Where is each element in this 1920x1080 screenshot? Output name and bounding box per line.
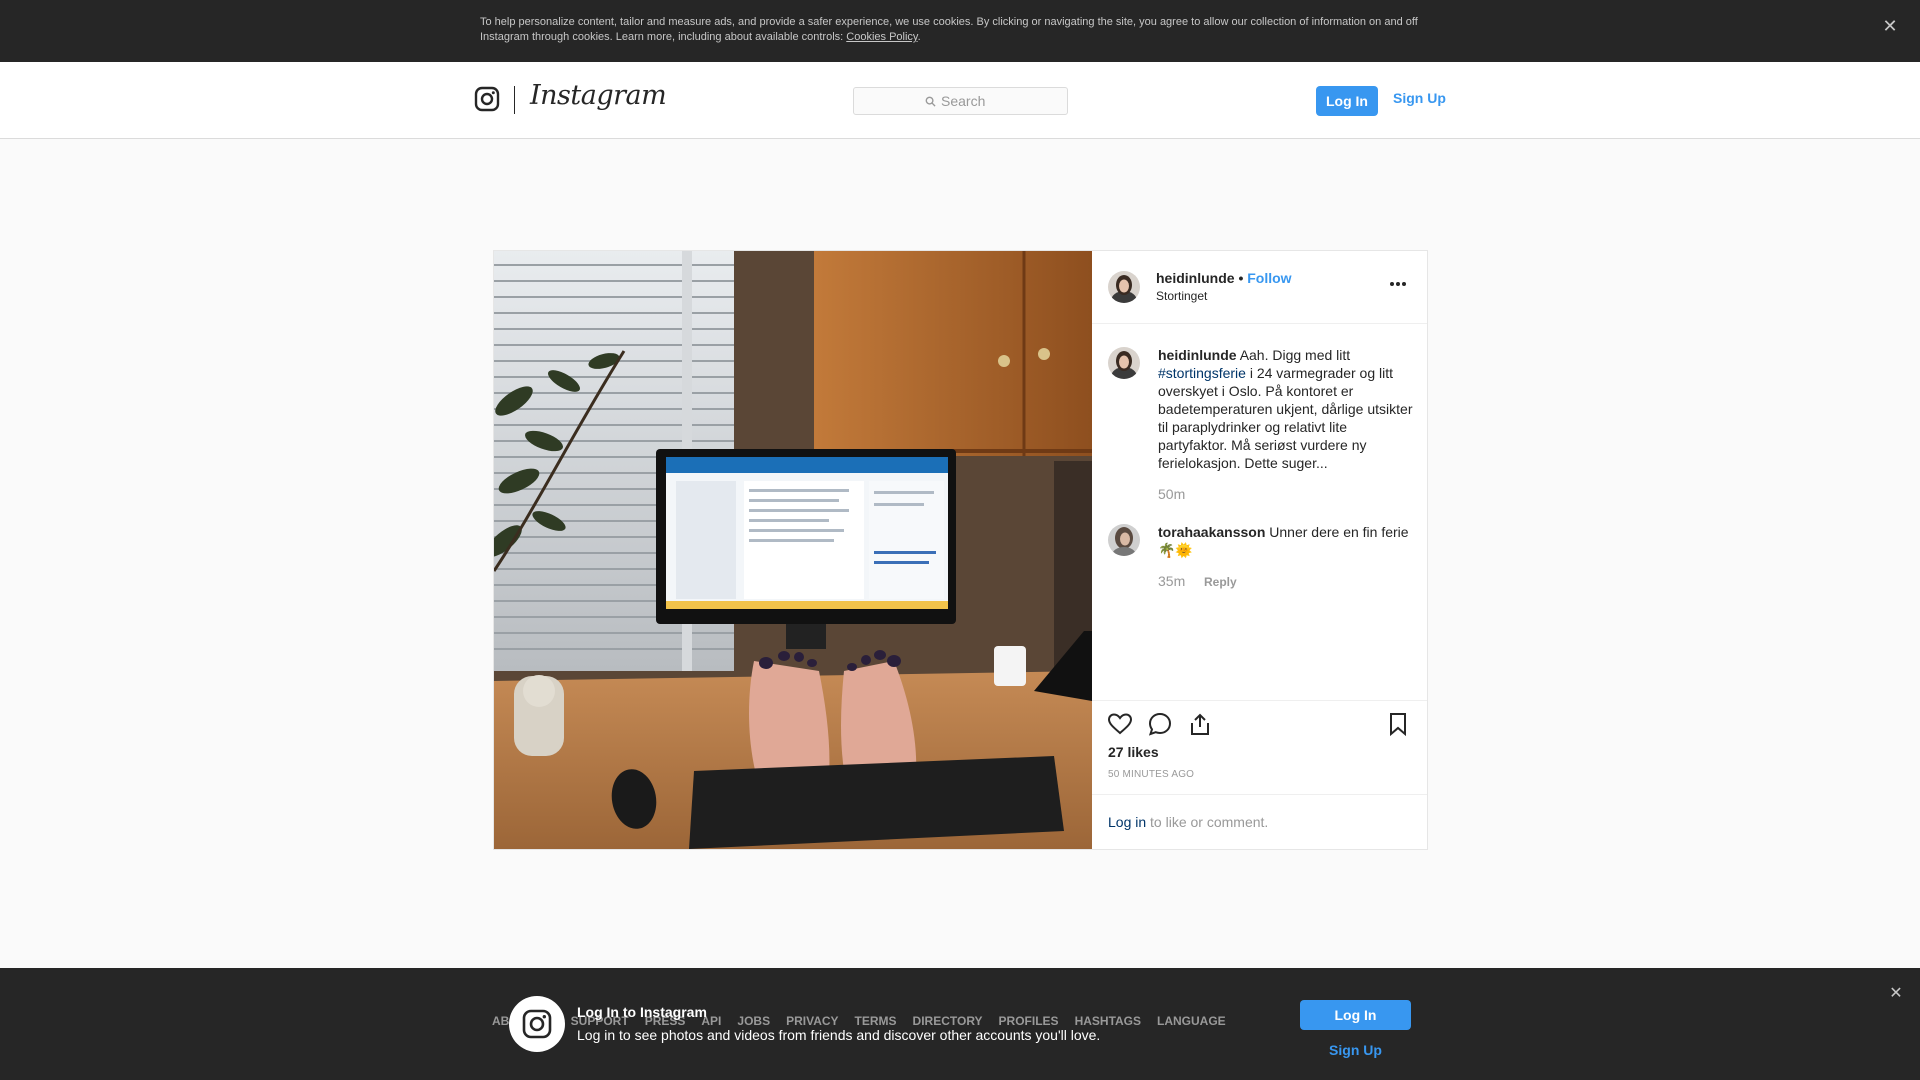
login-to-comment-link[interactable]: Log in [1108, 814, 1146, 830]
post-photo-image [494, 251, 1092, 849]
post-caption: heidinlunde Aah. Digg med litt #storting… [1158, 346, 1414, 472]
search-input[interactable] [941, 93, 996, 109]
caption-hashtag[interactable]: #stortingsferie [1158, 365, 1246, 381]
footer-link-language[interactable]: LANGUAGE [1157, 1014, 1226, 1028]
author-username[interactable]: heidinlunde [1156, 270, 1235, 286]
instagram-camera-icon[interactable] [474, 86, 500, 112]
overlay-logo [509, 996, 565, 1052]
share-icon[interactable] [1187, 711, 1213, 737]
signup-link[interactable]: Sign Up [1393, 90, 1446, 106]
cookie-close-icon[interactable]: ✕ [1878, 14, 1902, 38]
post-location[interactable]: Stortinget [1156, 289, 1207, 303]
overlay-signup-link[interactable]: Sign Up [1300, 1042, 1411, 1058]
comment-item: torahaakansson Unner dere en fin ferie 🌴… [1158, 523, 1414, 559]
caption-text-before: Aah. Digg med litt [1239, 347, 1351, 363]
author-avatar[interactable] [1108, 271, 1140, 303]
footer-link-terms[interactable]: TERMS [855, 1014, 897, 1028]
login-to-comment-text: Log in to like or comment. [1108, 814, 1268, 830]
avatar-image [1108, 524, 1140, 556]
overlay-title: Log In to Instagram [577, 1004, 707, 1020]
comment-reply-button[interactable]: Reply [1204, 575, 1237, 589]
bookmark-icon[interactable] [1385, 711, 1411, 737]
overlay-close-icon[interactable]: ✕ [1886, 984, 1906, 1004]
instagram-wordmark[interactable]: Instagram [530, 80, 667, 111]
post-photo[interactable] [494, 251, 1092, 849]
comment-time[interactable]: 35m [1158, 573, 1185, 589]
login-button[interactable]: Log In [1316, 86, 1378, 116]
post-card: heidinlunde • Follow Stortinget heidinlu… [493, 250, 1428, 850]
footer-link-profiles[interactable]: PROFILES [999, 1014, 1059, 1028]
login-overlay-bar: ABOUT US SUPPORT PRESS API JOBS PRIVACY … [0, 968, 1920, 1080]
instagram-camera-icon [522, 1009, 552, 1039]
cookie-text-trailing: . [917, 31, 921, 43]
caption-avatar[interactable] [1108, 347, 1140, 379]
search-box[interactable] [853, 87, 1068, 115]
post-timestamp[interactable]: 50 MINUTES AGO [1108, 769, 1194, 780]
actions-divider [1092, 700, 1427, 701]
login-to-comment-rest: to like or comment. [1150, 814, 1269, 830]
post-author-line: heidinlunde • Follow [1156, 270, 1292, 286]
avatar-image [1108, 271, 1140, 303]
overlay-login-button[interactable]: Log In [1300, 1000, 1411, 1030]
cookies-policy-link[interactable]: Cookies Policy [846, 31, 917, 43]
login-to-comment: Log in to like or comment. [1092, 794, 1427, 849]
cookie-banner: To help personalize content, tailor and … [0, 0, 1920, 62]
follow-button[interactable]: Follow [1247, 270, 1291, 286]
top-navigation: Instagram Log In Sign Up [0, 62, 1920, 139]
comment-username[interactable]: torahaakansson [1158, 524, 1265, 540]
more-options-icon[interactable] [1389, 281, 1407, 287]
comments-list: heidinlunde Aah. Digg med litt #storting… [1092, 325, 1427, 700]
post-header: heidinlunde • Follow Stortinget [1092, 251, 1427, 324]
comment-icon[interactable] [1147, 711, 1173, 737]
footer-link-directory[interactable]: DIRECTORY [913, 1014, 983, 1028]
like-count[interactable]: 27 likes [1108, 744, 1159, 760]
heart-icon[interactable] [1107, 711, 1133, 737]
caption-time[interactable]: 50m [1158, 486, 1185, 502]
search-icon [925, 96, 936, 107]
footer-link-jobs[interactable]: JOBS [737, 1014, 770, 1028]
avatar-image [1108, 347, 1140, 379]
logo-divider [514, 86, 515, 114]
follow-separator: • [1238, 270, 1244, 286]
cookie-text-body: To help personalize content, tailor and … [480, 16, 1418, 43]
footer-link-hashtags[interactable]: HASHTAGS [1075, 1014, 1141, 1028]
overlay-text: Log in to see photos and videos from fri… [577, 1027, 1101, 1043]
caption-username[interactable]: heidinlunde [1158, 347, 1237, 363]
post-sidebar: heidinlunde • Follow Stortinget heidinlu… [1092, 251, 1427, 849]
footer-link-privacy[interactable]: PRIVACY [786, 1014, 838, 1028]
cookie-banner-text: To help personalize content, tailor and … [480, 15, 1440, 45]
commenter-avatar[interactable] [1108, 524, 1140, 556]
